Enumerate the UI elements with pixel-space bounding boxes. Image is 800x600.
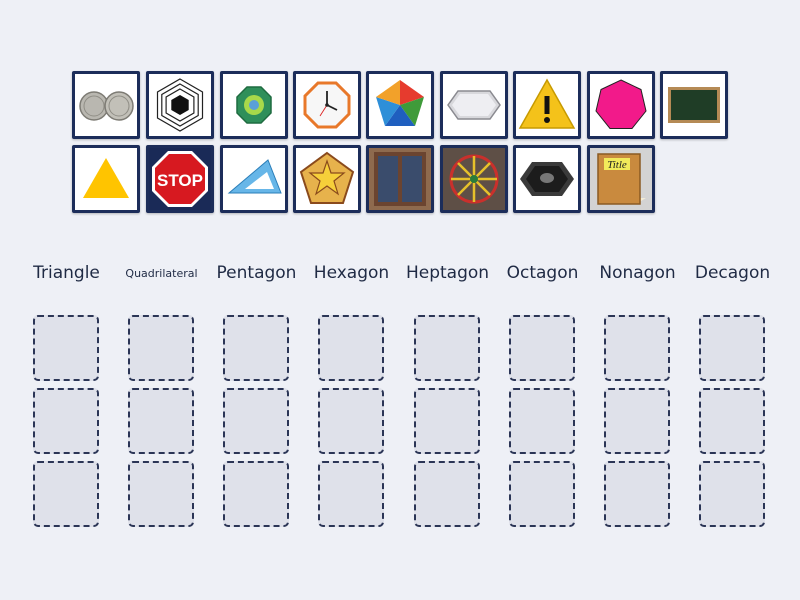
stop-sign-tile[interactable]: STOP: [146, 145, 214, 213]
drop-slot[interactable]: [414, 461, 480, 527]
category-heading-triangle: Triangle: [33, 263, 100, 283]
drop-slot[interactable]: [509, 388, 575, 454]
drop-slot[interactable]: [33, 461, 99, 527]
drop-slot[interactable]: [223, 388, 289, 454]
octagon-badge-tile[interactable]: [220, 71, 288, 139]
window-icon: [369, 148, 431, 210]
drop-slot[interactable]: [33, 388, 99, 454]
warning-sign-tile[interactable]: [513, 71, 581, 139]
category-heading-hexagon: Hexagon: [313, 263, 390, 283]
drop-slot[interactable]: [223, 315, 289, 381]
category-heading-nonagon: Nonagon: [599, 263, 676, 283]
drop-slot[interactable]: [509, 461, 575, 527]
wheel-model-icon: [443, 148, 505, 210]
drop-slot[interactable]: [318, 461, 384, 527]
octagon-clock-icon: [296, 74, 358, 136]
star-pentagon-icon: [296, 148, 358, 210]
drop-slot[interactable]: [414, 388, 480, 454]
drop-slot[interactable]: [318, 388, 384, 454]
wheel-model-tile[interactable]: [440, 145, 508, 213]
window-tile[interactable]: [366, 145, 434, 213]
book-title-text: Title: [607, 159, 627, 171]
colorful-pentagon-icon: [369, 74, 431, 136]
concentric-hexagons-tile[interactable]: [146, 71, 214, 139]
category-heading-decagon: Decagon: [694, 263, 771, 283]
drop-slot[interactable]: [128, 315, 194, 381]
coins-tile[interactable]: [72, 71, 140, 139]
drop-slot[interactable]: [604, 388, 670, 454]
pink-heptagon-tile[interactable]: [587, 71, 655, 139]
yellow-triangle-tile[interactable]: [72, 145, 140, 213]
star-pentagon-tile[interactable]: [293, 145, 361, 213]
book-icon: Title: [590, 148, 652, 210]
drop-slot[interactable]: [604, 461, 670, 527]
hexagon-tray-tile[interactable]: [513, 145, 581, 213]
book-tile[interactable]: Title: [587, 145, 655, 213]
octagon-clock-tile[interactable]: [293, 71, 361, 139]
drop-slot[interactable]: [318, 315, 384, 381]
drop-slot[interactable]: [509, 315, 575, 381]
chalkboard-icon: [663, 74, 725, 136]
drop-slot[interactable]: [699, 461, 765, 527]
drop-slot[interactable]: [699, 388, 765, 454]
stop-sign-text: STOP: [157, 171, 203, 190]
category-heading-heptagon: Heptagon: [405, 263, 490, 283]
stop-sign-icon: STOP: [149, 148, 211, 210]
drop-slot[interactable]: [33, 315, 99, 381]
category-heading-quadrilateral: Quadrilateral: [125, 266, 198, 280]
hexagon-tray-icon: [516, 148, 578, 210]
drop-slot[interactable]: [414, 315, 480, 381]
octagon-badge-icon: [223, 74, 285, 136]
chalkboard-tile[interactable]: [660, 71, 728, 139]
silver-hexagon-icon: [443, 74, 505, 136]
drop-slot[interactable]: [128, 461, 194, 527]
drop-slot[interactable]: [128, 388, 194, 454]
category-heading-pentagon: Pentagon: [216, 263, 297, 283]
warning-sign-icon: [516, 74, 578, 136]
set-square-icon: [223, 148, 285, 210]
drop-slot[interactable]: [223, 461, 289, 527]
set-square-tile[interactable]: [220, 145, 288, 213]
yellow-triangle-icon: [75, 148, 137, 210]
colorful-pentagon-tile[interactable]: [366, 71, 434, 139]
concentric-hexagons-icon: [149, 74, 211, 136]
coins-icon: [75, 74, 137, 136]
drop-slot[interactable]: [604, 315, 670, 381]
drop-slot[interactable]: [699, 315, 765, 381]
category-heading-octagon: Octagon: [506, 263, 579, 283]
silver-hexagon-tile[interactable]: [440, 71, 508, 139]
pink-heptagon-icon: [590, 74, 652, 136]
